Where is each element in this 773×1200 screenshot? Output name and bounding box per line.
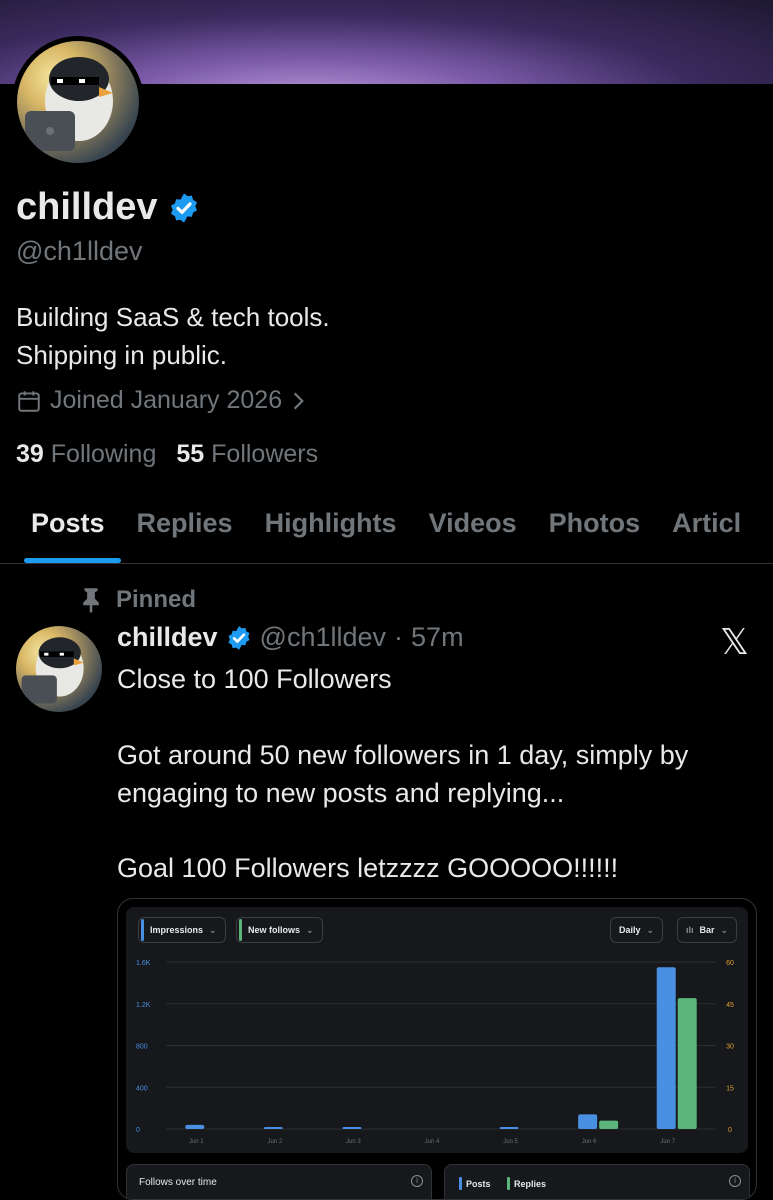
tab-replies[interactable]: Replies (121, 500, 249, 563)
tab-posts[interactable]: Posts (0, 500, 121, 563)
display-name-text: chilldev (16, 186, 158, 228)
x-tick-label: Jun 5 (503, 1139, 518, 1145)
penguin-avatar-icon (25, 57, 113, 151)
profile-display-name: chilldev (16, 186, 200, 229)
y-left-tick-label: 0 (136, 1127, 140, 1134)
info-icon[interactable]: i (729, 1175, 741, 1187)
x-tick-label: Jun 7 (660, 1139, 675, 1145)
profile-tabs: Posts Replies Highlights Videos Photos A… (0, 500, 773, 564)
post-timestamp[interactable]: 57m (411, 622, 464, 653)
replies-color-swatch (507, 1177, 510, 1190)
post-line: Goal 100 Followers letzzzz GOOOOO!!!!!! (117, 853, 619, 883)
tab-highlights[interactable]: Highlights (249, 500, 413, 563)
y-right-tick-label: 30 (726, 1044, 734, 1051)
impressions-bar (342, 1127, 362, 1129)
x-tick-label: Jun 4 (425, 1139, 440, 1145)
x-tick-label: Jun 6 (582, 1139, 597, 1145)
tab-photos[interactable]: Photos (533, 500, 657, 563)
following-link[interactable]: 39 Following (16, 440, 156, 469)
joined-text: Joined January 2026 (50, 386, 283, 414)
post-author-name[interactable]: chilldev (117, 622, 218, 653)
impressions-bar (263, 1127, 283, 1129)
x-tick-label: Jun 1 (189, 1139, 204, 1145)
y-left-tick-label: 1.2K (136, 1002, 151, 1009)
x-logo-icon: 𝕏 (720, 622, 750, 663)
tab-articles[interactable]: Articl (656, 500, 757, 563)
posts-replies-card: Posts Replies i (444, 1164, 750, 1199)
following-label: Following (50, 440, 157, 468)
follows-over-time-title: Follows over time (139, 1177, 217, 1188)
legend-replies[interactable]: Replies (507, 1177, 546, 1190)
calendar-icon (18, 390, 40, 412)
post-line: Close to 100 Followers (117, 664, 392, 694)
following-count: 39 (16, 440, 44, 468)
chevron-right-icon (293, 392, 304, 409)
post-author-avatar[interactable] (16, 626, 102, 712)
info-icon[interactable]: i (411, 1175, 423, 1187)
follows-over-time-card: Follows over time i (126, 1164, 432, 1199)
bar-chart: 0 0 400 15 800 30 1.2K 45 1.6K 60 Jun 1 Jun 2 Jun 3 J… (136, 960, 734, 1145)
followers-label: Followers (211, 440, 319, 468)
new-follows-bar (677, 998, 697, 1129)
verified-badge-icon[interactable] (226, 625, 252, 651)
joined-date[interactable]: Joined January 2026 (16, 386, 308, 415)
analytics-chart-panel: Impressions ⌄ New follows ⌄ Daily ⌄ ılı … (126, 907, 748, 1153)
follow-stats: 39 Following 55 Followers (16, 440, 318, 469)
y-right-tick-label: 0 (728, 1127, 732, 1134)
y-left-tick-label: 800 (136, 1044, 148, 1051)
pin-icon (83, 588, 99, 613)
impressions-bar (499, 1127, 519, 1129)
pinned-label: Pinned (116, 586, 197, 613)
profile-avatar[interactable] (12, 36, 144, 168)
post-text: Close to 100 Followers Got around 50 new… (117, 660, 757, 924)
y-left-tick-label: 400 (136, 1085, 148, 1092)
followers-count: 55 (176, 440, 205, 468)
followers-link[interactable]: 55 Followers (176, 440, 318, 469)
post-line: Got around 50 new followers in 1 day, si… (117, 740, 689, 808)
post-header: chilldev @ch1lldev · 57m (117, 622, 464, 653)
x-tick-label: Jun 2 (268, 1139, 283, 1145)
legend-posts-label: Posts (466, 1178, 491, 1189)
y-right-tick-label: 45 (726, 1002, 734, 1009)
penguin-avatar-icon (21, 637, 84, 704)
verified-badge-icon[interactable] (168, 192, 200, 224)
bio-line: Building SaaS & tech tools. (16, 302, 330, 332)
posts-color-swatch (459, 1177, 462, 1190)
y-right-tick-label: 15 (726, 1085, 734, 1092)
impressions-bar (185, 1124, 205, 1129)
impressions-bar (578, 1114, 598, 1129)
new-follows-bar (599, 1120, 619, 1129)
profile-bio: Building SaaS & tech tools. Shipping in … (16, 298, 330, 374)
tab-videos[interactable]: Videos (413, 500, 533, 563)
pinned-indicator: Pinned (80, 586, 196, 614)
profile-handle: @ch1lldev (16, 236, 143, 266)
analytics-image[interactable]: Impressions ⌄ New follows ⌄ Daily ⌄ ılı … (117, 898, 757, 1200)
bio-line: Shipping in public. (16, 340, 228, 370)
y-right-tick-label: 60 (726, 960, 734, 967)
legend-posts[interactable]: Posts (459, 1177, 491, 1190)
y-left-tick-label: 1.6K (136, 960, 151, 967)
meta-separator: · (394, 622, 404, 652)
post-author-handle[interactable]: @ch1lldev (260, 622, 386, 653)
legend-replies-label: Replies (514, 1178, 547, 1189)
x-tick-label: Jun 3 (346, 1139, 361, 1145)
impressions-bar (656, 967, 676, 1129)
